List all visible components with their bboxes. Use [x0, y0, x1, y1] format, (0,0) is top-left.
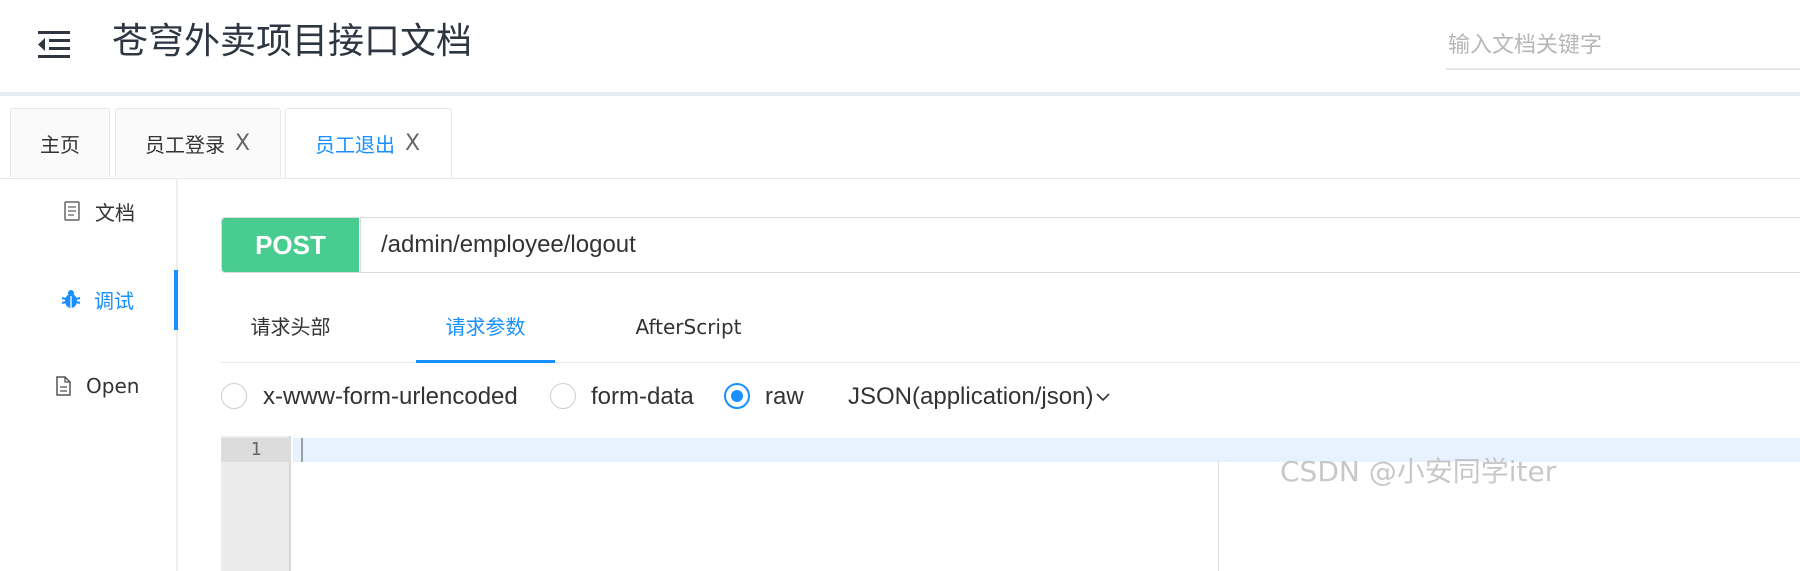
- page-title: 苍穹外卖项目接口文档: [112, 21, 473, 62]
- tab-label: 员工登录: [145, 132, 225, 157]
- tab-request-headers[interactable]: 请求头部: [221, 296, 360, 360]
- file-icon: [52, 375, 74, 397]
- close-icon[interactable]: X: [235, 131, 250, 156]
- active-line-highlight: [293, 438, 1800, 462]
- editor-divider: [1218, 460, 1219, 571]
- code-editor[interactable]: 1: [221, 436, 1800, 571]
- radio-form-data[interactable]: [550, 383, 576, 409]
- content-type-value: JSON(application/json): [848, 383, 1094, 410]
- tab-employee-logout[interactable]: 员工退出 X: [285, 108, 452, 178]
- top-bar: 苍穹外卖项目接口文档: [0, 0, 1800, 96]
- sidebar-item-open[interactable]: Open: [0, 356, 176, 416]
- tab-label: 主页: [40, 132, 80, 157]
- tab-request-params[interactable]: 请求参数: [416, 296, 555, 363]
- tab-employee-login[interactable]: 员工登录 X: [115, 108, 281, 177]
- content-type-select[interactable]: JSON(application/json): [848, 381, 1111, 414]
- radio-label-form-data[interactable]: form-data: [591, 381, 694, 413]
- menu-fold-icon[interactable]: [36, 26, 72, 62]
- sidebar-item-debug[interactable]: 调试: [0, 269, 176, 329]
- text-cursor: [301, 438, 303, 462]
- radio-label-raw[interactable]: raw: [765, 381, 804, 413]
- chevron-down-icon: [1095, 382, 1111, 414]
- document-icon: [61, 200, 83, 222]
- editor-gutter: 1: [221, 436, 291, 571]
- bug-icon: [60, 288, 82, 310]
- tab-afterscript[interactable]: AfterScript: [621, 296, 756, 360]
- side-panel: 文档 调试 Open: [0, 178, 178, 571]
- line-number: 1: [221, 438, 291, 462]
- radio-raw[interactable]: [724, 383, 750, 409]
- tab-label: 员工退出: [315, 133, 395, 157]
- tab-home[interactable]: 主页: [10, 108, 110, 177]
- url-input[interactable]: [360, 218, 1800, 272]
- close-icon[interactable]: X: [405, 131, 420, 156]
- tab-bar: 主页 员工登录 X 员工退出 X: [0, 100, 1800, 179]
- sidebar-item-label: 文档: [95, 200, 135, 225]
- method-badge[interactable]: POST: [222, 218, 359, 272]
- sidebar-item-label: Open: [86, 374, 140, 398]
- active-indicator: [174, 270, 178, 330]
- search-input[interactable]: [1446, 22, 1800, 70]
- body-type-options: x-www-form-urlencoded form-data raw JSON…: [221, 378, 1221, 418]
- sidebar-item-doc[interactable]: 文档: [0, 181, 176, 241]
- request-subtabs: 请求头部 请求参数 AfterScript: [221, 296, 1800, 363]
- request-url-bar: POST: [221, 217, 1800, 273]
- radio-label-urlencoded[interactable]: x-www-form-urlencoded: [263, 381, 518, 413]
- radio-urlencoded[interactable]: [221, 383, 247, 409]
- sidebar-item-label: 调试: [94, 288, 134, 313]
